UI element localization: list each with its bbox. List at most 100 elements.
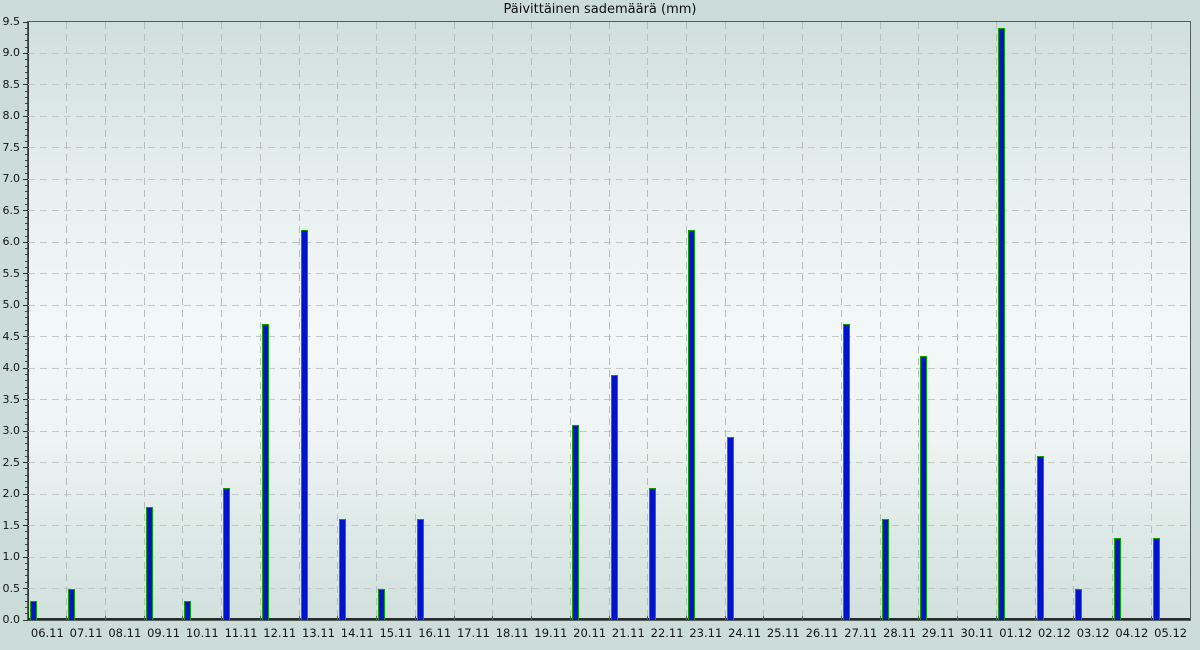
y-axis-tick (23, 273, 28, 274)
x-tick-label: 29.11 (916, 626, 960, 640)
y-tick-label: 4.0 (0, 361, 20, 374)
x-tick-label: 15.11 (374, 626, 418, 640)
x-tick-label: 12.11 (258, 626, 302, 640)
y-axis-tick (23, 462, 28, 463)
bar-15.11 (378, 589, 385, 620)
y-axis-minor-tick (25, 103, 28, 104)
vertical-gridline (880, 22, 881, 620)
vertical-gridline (492, 22, 493, 620)
vertical-gridline (66, 22, 67, 620)
y-axis-minor-tick (25, 280, 28, 281)
y-axis-minor-tick (25, 456, 28, 457)
y-tick-label: 8.5 (0, 78, 20, 91)
vertical-gridline (182, 22, 183, 620)
y-axis-minor-tick (25, 122, 28, 123)
vertical-gridline (454, 22, 455, 620)
bar-21.11 (611, 375, 618, 620)
x-axis-tick (841, 616, 842, 620)
x-axis-tick (337, 616, 338, 620)
y-axis-minor-tick (25, 538, 28, 539)
plot-inner (28, 22, 1190, 620)
y-axis-minor-tick (25, 160, 28, 161)
vertical-gridline (570, 22, 571, 620)
vertical-gridline (531, 22, 532, 620)
y-axis-minor-tick (25, 135, 28, 136)
y-axis-tick (23, 305, 28, 306)
y-axis-minor-tick (25, 286, 28, 287)
y-axis-minor-tick (25, 330, 28, 331)
y-axis-minor-tick (25, 248, 28, 249)
x-tick-label: 18.11 (490, 626, 534, 640)
vertical-gridline (376, 22, 377, 620)
y-axis-minor-tick (25, 601, 28, 602)
x-axis-tick (1073, 616, 1074, 620)
y-axis-minor-tick (25, 78, 28, 79)
vertical-gridline (647, 22, 648, 620)
y-axis-minor-tick (25, 141, 28, 142)
y-tick-label: 5.0 (0, 298, 20, 311)
x-tick-label: 21.11 (606, 626, 650, 640)
y-axis-tick (23, 53, 28, 54)
y-axis-minor-tick (25, 236, 28, 237)
bar-28.11 (882, 519, 889, 620)
x-axis-tick (66, 616, 67, 620)
y-tick-label: 6.5 (0, 204, 20, 217)
y-axis-minor-tick (25, 468, 28, 469)
x-axis-tick (918, 616, 919, 620)
x-axis-tick (1151, 616, 1152, 620)
y-axis-tick (23, 525, 28, 526)
y-axis-minor-tick (25, 97, 28, 98)
y-axis-minor-tick (25, 355, 28, 356)
x-axis-tick (531, 616, 532, 620)
plot-area (27, 21, 1191, 621)
y-axis-minor-tick (25, 519, 28, 520)
y-tick-label: 7.0 (0, 172, 20, 185)
chart-title: Päivittäinen sademäärä (mm) (0, 2, 1200, 17)
bar-03.12 (1075, 589, 1082, 620)
y-axis-tick (23, 399, 28, 400)
y-axis-minor-tick (25, 412, 28, 413)
vertical-gridline (299, 22, 300, 620)
y-axis-spine (28, 22, 29, 620)
y-axis-minor-tick (25, 40, 28, 41)
y-axis-minor-tick (25, 594, 28, 595)
y-tick-label: 0.5 (0, 582, 20, 595)
y-axis-minor-tick (25, 198, 28, 199)
y-tick-label: 7.5 (0, 141, 20, 154)
y-axis-minor-tick (25, 91, 28, 92)
y-axis-minor-tick (25, 229, 28, 230)
y-axis-minor-tick (25, 154, 28, 155)
x-axis-tick (609, 616, 610, 620)
bar-10.11 (184, 601, 191, 620)
y-tick-label: 9.5 (0, 15, 20, 28)
vertical-gridline (1073, 22, 1074, 620)
y-axis-minor-tick (25, 387, 28, 388)
y-axis-minor-tick (25, 292, 28, 293)
x-tick-label: 20.11 (568, 626, 612, 640)
vertical-gridline (802, 22, 803, 620)
x-tick-label: 09.11 (142, 626, 186, 640)
y-axis-tick (23, 242, 28, 243)
x-tick-label: 23.11 (684, 626, 728, 640)
y-tick-label: 3.0 (0, 424, 20, 437)
x-tick-label: 22.11 (645, 626, 689, 640)
vertical-gridline (918, 22, 919, 620)
bar-11.11 (223, 488, 230, 620)
y-axis-tick (23, 368, 28, 369)
x-tick-label: 16.11 (413, 626, 457, 640)
y-axis-minor-tick (25, 28, 28, 29)
precipitation-chart: Päivittäinen sademäärä (mm) 0.00.51.01.5… (0, 0, 1200, 650)
x-tick-label: 02.12 (1032, 626, 1076, 640)
x-tick-label: 17.11 (451, 626, 495, 640)
y-tick-label: 2.0 (0, 487, 20, 500)
y-axis-minor-tick (25, 129, 28, 130)
y-axis-tick (23, 557, 28, 558)
y-axis-minor-tick (25, 563, 28, 564)
vertical-gridline (1151, 22, 1152, 620)
y-axis-minor-tick (25, 34, 28, 35)
vertical-gridline (996, 22, 997, 620)
x-axis-tick (376, 616, 377, 620)
y-axis-minor-tick (25, 110, 28, 111)
bar-12.11 (262, 324, 269, 620)
x-tick-label: 08.11 (103, 626, 147, 640)
